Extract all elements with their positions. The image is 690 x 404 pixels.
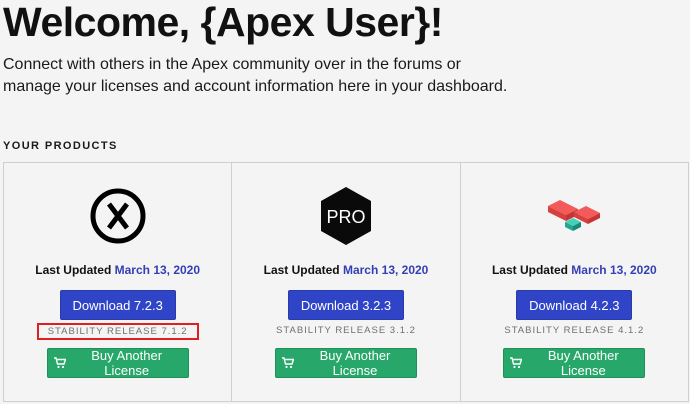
product-card: Last Updated March 13, 2020 Download 4.2… [459, 163, 688, 401]
product-card: Last Updated March 13, 2020 Download 7.2… [4, 163, 231, 401]
buy-license-button[interactable]: Buy Another License [503, 348, 646, 378]
pro-logo-text: PRO [326, 207, 365, 227]
page-title: Welcome, {Apex User}! [3, 0, 443, 45]
stability-release: STABILITY RELEASE 3.1.2 [232, 323, 459, 338]
x-circle-logo-icon [4, 185, 231, 247]
buy-license-label: Buy Another License [547, 348, 619, 378]
download-button[interactable]: Download 4.2.3 [516, 290, 633, 320]
blocks-logo-icon [461, 185, 688, 247]
last-updated: Last Updated March 13, 2020 [232, 263, 459, 277]
intro-text: Connect with others in the Apex communit… [3, 56, 508, 95]
cart-icon [53, 357, 66, 369]
cart-icon [510, 357, 523, 369]
stability-release-label: STABILITY RELEASE 4.1.2 [504, 325, 645, 336]
buy-license-label: Buy Another License [319, 348, 391, 378]
buy-license-label: Buy Another License [91, 348, 163, 378]
pro-hexagon-logo-icon: PRO [232, 185, 459, 247]
buy-license-button[interactable]: Buy Another License [46, 348, 189, 378]
cart-icon [281, 357, 294, 369]
last-updated-label: Last Updated [35, 263, 112, 277]
section-heading: YOUR PRODUCTS [3, 140, 118, 152]
last-updated-date[interactable]: March 13, 2020 [115, 263, 200, 277]
stability-release: STABILITY RELEASE 7.1.2 [4, 323, 231, 340]
download-button[interactable]: Download 7.2.3 [59, 290, 176, 320]
last-updated: Last Updated March 13, 2020 [4, 263, 231, 277]
last-updated-date[interactable]: March 13, 2020 [571, 263, 656, 277]
products-grid: Last Updated March 13, 2020 Download 7.2… [3, 162, 689, 402]
download-button[interactable]: Download 3.2.3 [287, 290, 404, 320]
buy-license-button[interactable]: Buy Another License [274, 348, 417, 378]
last-updated: Last Updated March 13, 2020 [461, 263, 688, 277]
last-updated-label: Last Updated [263, 263, 340, 277]
last-updated-date[interactable]: March 13, 2020 [343, 263, 428, 277]
product-card: PRO Last Updated March 13, 2020 Download… [231, 163, 459, 401]
stability-release-label: STABILITY RELEASE 7.1.2 [36, 323, 199, 340]
stability-release: STABILITY RELEASE 4.1.2 [461, 323, 688, 338]
stability-release-label: STABILITY RELEASE 3.1.2 [276, 325, 416, 336]
last-updated-label: Last Updated [491, 263, 568, 277]
